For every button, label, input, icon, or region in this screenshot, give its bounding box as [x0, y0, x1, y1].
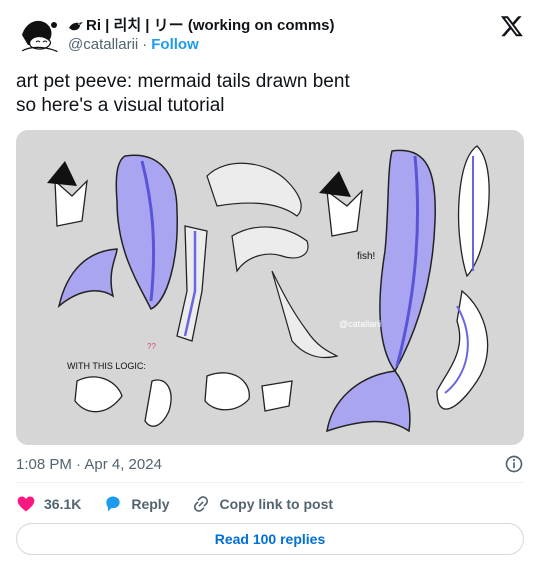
like-button[interactable]: 36.1K — [16, 494, 81, 514]
copy-link-label: Copy link to post — [219, 496, 334, 512]
tweet-text-line: so here's a visual tutorial — [16, 95, 225, 116]
fish-note: fish! — [357, 251, 375, 262]
read-replies-button[interactable]: Read 100 replies — [16, 523, 524, 555]
author-info: Ri | 리치 | リー (working on comms) @catalla… — [68, 16, 335, 54]
question-note: ?? — [147, 342, 156, 351]
black-bird-icon — [69, 21, 83, 30]
author-handle[interactable]: @catallarii — [68, 35, 138, 54]
action-bar: 36.1K Reply Copy link to post — [16, 492, 524, 516]
link-icon — [194, 496, 209, 512]
separator-dot: · — [142, 36, 148, 53]
tweet-embed: Ri | 리치 | リー (working on comms) @catalla… — [0, 0, 540, 571]
follow-button[interactable]: Follow — [151, 35, 199, 54]
tweet-text: art pet peeve: mermaid tails drawn bent … — [16, 70, 524, 118]
timestamp[interactable]: 1:08 PM · Apr 4, 2024 — [16, 456, 162, 473]
tweet-media-image[interactable]: fish! WITH THIS LOGIC: ?? @catallarii — [16, 130, 524, 445]
tweet-text-line: art pet peeve: mermaid tails drawn bent — [16, 71, 350, 92]
display-name: Ri | 리치 | リー (working on comms) — [86, 17, 335, 34]
x-logo-icon[interactable] — [500, 14, 524, 38]
heart-icon — [17, 496, 35, 512]
logic-note: WITH THIS LOGIC: — [67, 361, 146, 371]
info-icon[interactable] — [504, 454, 524, 474]
reply-bubble-icon — [106, 496, 121, 512]
like-count: 36.1K — [44, 496, 82, 512]
handle-row: @catallarii · Follow — [68, 35, 335, 54]
reply-label: Reply — [131, 496, 170, 512]
copy-link-button[interactable]: Copy link to post — [191, 494, 333, 514]
divider — [16, 482, 524, 483]
reply-button[interactable]: Reply — [103, 494, 169, 514]
media-watermark: @catallarii — [339, 319, 381, 329]
display-name-row[interactable]: Ri | 리치 | リー (working on comms) — [68, 16, 335, 35]
tweet-header: Ri | 리치 | リー (working on comms) @catalla… — [16, 10, 524, 60]
tweet-meta: 1:08 PM · Apr 4, 2024 — [16, 454, 524, 474]
avatar[interactable] — [16, 11, 64, 59]
